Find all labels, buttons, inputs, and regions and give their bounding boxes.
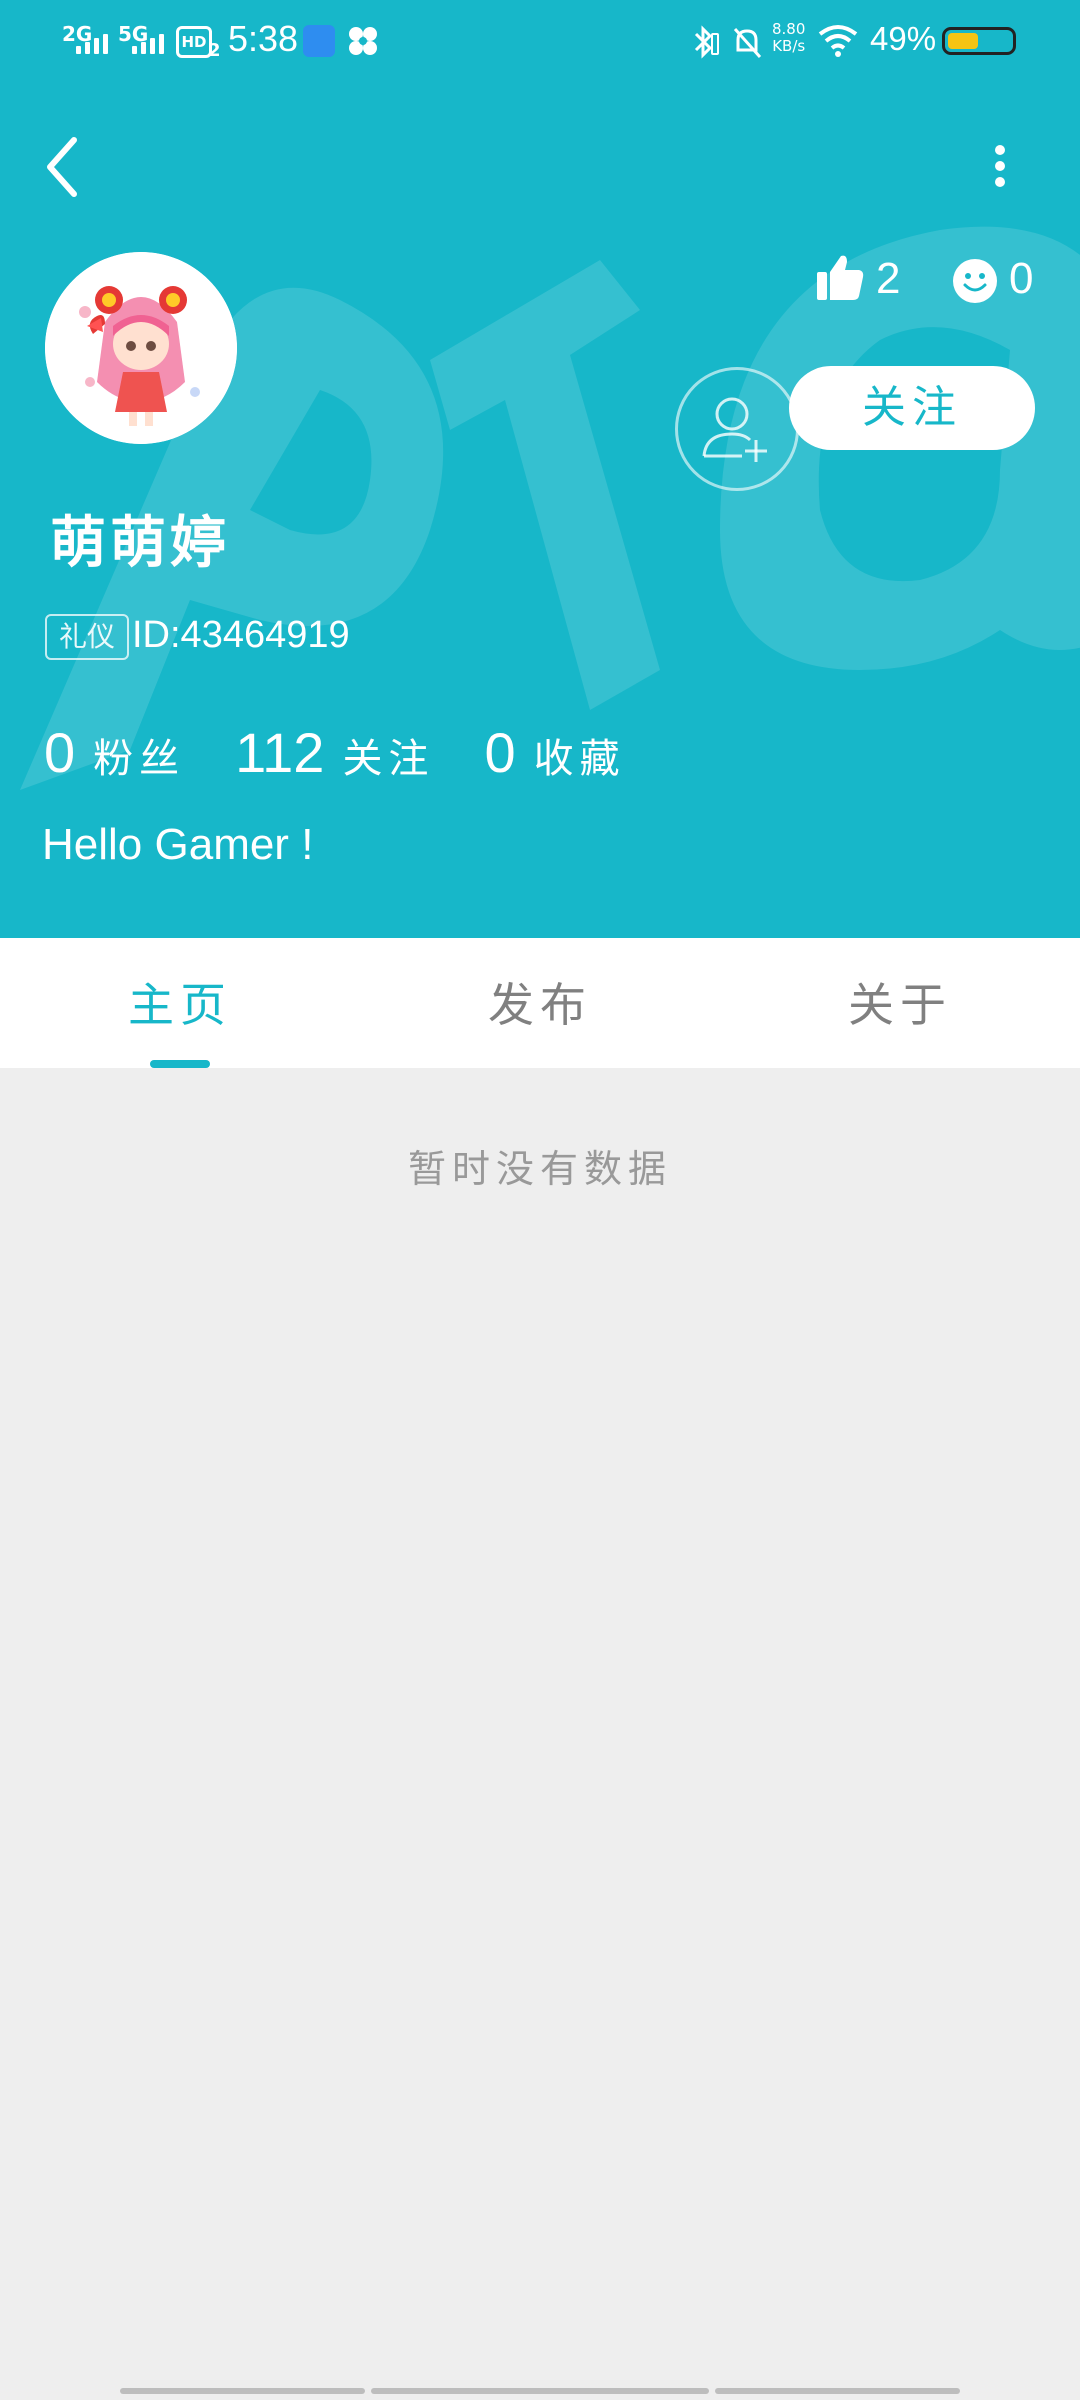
fans-count[interactable]: 0 bbox=[44, 720, 75, 785]
signal-bars-1-icon bbox=[76, 30, 108, 54]
smiles-count: 0 bbox=[1009, 254, 1034, 303]
signal-bars-2-icon bbox=[132, 30, 164, 54]
status-bar: 2G 5G HD 2 5:38 8.80 KB/s 49% bbox=[0, 0, 1080, 84]
battery-percent: 49% bbox=[870, 20, 937, 57]
avatar-image bbox=[45, 252, 237, 444]
avatar[interactable] bbox=[45, 252, 237, 444]
follow-button[interactable]: 关注 bbox=[789, 366, 1035, 450]
user-id: ID:43464919 bbox=[132, 614, 350, 656]
user-bio: Hello Gamer ! bbox=[42, 820, 314, 869]
add-friend-icon bbox=[702, 397, 767, 462]
following-label[interactable]: 关注 bbox=[342, 726, 434, 784]
gesture-bar-right bbox=[715, 2388, 960, 2394]
favorites-count[interactable]: 0 bbox=[484, 720, 515, 785]
back-button[interactable] bbox=[40, 132, 90, 202]
battery-icon bbox=[942, 27, 1016, 55]
net-speed-value: 8.80 bbox=[772, 20, 806, 38]
add-friend-button[interactable] bbox=[675, 367, 799, 491]
tab-bar: 主页 发布 关于 bbox=[0, 938, 1080, 1068]
smile-icon[interactable] bbox=[953, 259, 997, 303]
tab-posts[interactable]: 发布 bbox=[360, 938, 720, 1068]
likes-count: 2 bbox=[876, 254, 901, 303]
net-speed: 8.80 KB/s bbox=[772, 21, 805, 55]
thumbs-up-icon[interactable] bbox=[815, 252, 865, 302]
zhihu-app-icon bbox=[303, 25, 335, 57]
wifi-icon bbox=[818, 25, 858, 57]
empty-state-text: 暂时没有数据 bbox=[407, 1147, 672, 1191]
tab-about[interactable]: 关于 bbox=[720, 938, 1080, 1068]
fans-label[interactable]: 粉丝 bbox=[93, 726, 185, 784]
tab-home[interactable]: 主页 bbox=[0, 938, 360, 1068]
favorites-label[interactable]: 收藏 bbox=[534, 726, 626, 784]
profile-header: 2G 5G HD 2 5:38 8.80 KB/s 49% 2 0 关注 萌萌婷… bbox=[0, 0, 1080, 938]
profile-counts: 0 粉丝 112 关注 0 收藏 bbox=[44, 720, 676, 785]
net-speed-unit: KB/s bbox=[772, 37, 806, 55]
battery-fill bbox=[948, 33, 978, 49]
hd-voice-sub: 2 bbox=[208, 40, 221, 61]
more-options-button[interactable] bbox=[980, 136, 1020, 196]
tab-active-indicator bbox=[150, 1060, 210, 1068]
gesture-bar-center bbox=[371, 2388, 709, 2394]
clock: 5:38 bbox=[228, 18, 299, 59]
user-tag: 礼仪 bbox=[45, 614, 129, 660]
gesture-bar-left bbox=[120, 2388, 365, 2394]
username: 萌萌婷 bbox=[50, 511, 230, 576]
following-count[interactable]: 112 bbox=[235, 720, 324, 785]
bluetooth-icon bbox=[694, 25, 719, 59]
hd-voice-icon: HD bbox=[176, 26, 212, 58]
mute-bell-icon bbox=[733, 28, 762, 58]
fan-app-icon bbox=[349, 27, 377, 55]
